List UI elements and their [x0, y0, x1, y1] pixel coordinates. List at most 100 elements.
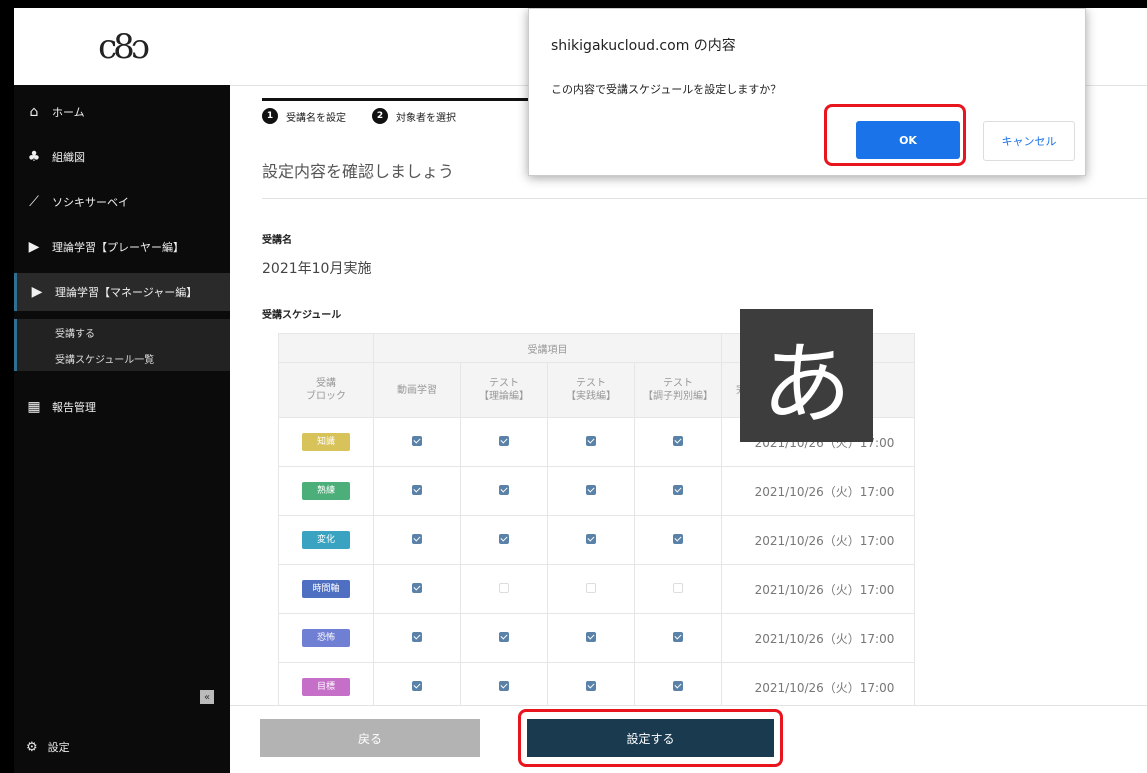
sidebar-item-label: 理論学習【プレーヤー編】: [52, 241, 184, 254]
divider: [262, 198, 1147, 199]
check-cell: [547, 515, 635, 565]
check-cell: [373, 466, 461, 516]
chart-icon: ⟋: [29, 194, 39, 210]
check-cell: [547, 613, 635, 663]
checkbox-checked: [586, 631, 596, 642]
sidebar-subitem-schedule-list[interactable]: 受講スケジュール一覧: [14, 345, 233, 371]
table-header-test-practice: テスト 【実践編】: [547, 362, 635, 418]
check-cell: [460, 564, 548, 614]
checkbox-unchecked: [673, 582, 683, 593]
checkbox-checked: [499, 631, 509, 642]
dialog-message: この内容で受講スケジュールを設定しますか？: [551, 83, 782, 96]
course-name-value: 2021年10月実施: [262, 261, 372, 277]
sidebar-item-theory-manager[interactable]: ▶ 理論学習【マネージャー編】: [14, 273, 233, 311]
checkbox-checked: [412, 484, 422, 495]
table-row: 恐怖 2021/10/26（火）17:00: [278, 613, 915, 663]
table-row: 変化 2021/10/26（火）17:00: [278, 515, 915, 565]
schedule-label: 受講スケジュール: [262, 310, 342, 321]
gear-icon: ⚙: [26, 739, 38, 755]
checkbox-checked: [673, 484, 683, 495]
sidebar-item-survey[interactable]: ⟋ ソシキサーベイ: [14, 183, 230, 221]
sidebar-item-label: ソシキサーベイ: [52, 196, 129, 209]
check-cell: [547, 564, 635, 614]
table-row: 熟練 2021/10/26（火）17:00: [278, 466, 915, 516]
check-cell: [373, 613, 461, 663]
block-cell: 変化: [278, 515, 374, 565]
due-date: 2021/10/26（火）17:00: [721, 613, 915, 663]
table-header-test-theory: テスト 【理論編】: [460, 362, 548, 418]
collapse-sidebar-button[interactable]: «: [200, 690, 214, 704]
page-title: 設定内容を確認しましょう: [262, 162, 455, 181]
due-date: 2021/10/26（火）17:00: [721, 515, 915, 565]
checkbox-checked: [499, 680, 509, 691]
logo-area: c8ɔ: [14, 8, 230, 85]
sidebar-item-label: 理論学習【マネージャー編】: [55, 286, 198, 299]
check-cell: [373, 515, 461, 565]
highlight-set-button: [518, 709, 783, 767]
block-cell: 時間軸: [278, 564, 374, 614]
block-badge: 知識: [302, 433, 350, 451]
table-header-test-condition: テスト 【調子判別編】: [634, 362, 722, 418]
sidebar-item-label: ホーム: [52, 106, 85, 119]
sidebar-subitem-take-course[interactable]: 受講する: [14, 319, 233, 345]
sidebar-subitem-label: 受講スケジュール一覧: [55, 354, 155, 366]
checkbox-checked: [499, 435, 509, 446]
table-header-video: 動画学習: [373, 362, 461, 418]
checkbox-checked: [412, 631, 422, 642]
table-header-empty: [278, 333, 374, 363]
cancel-button[interactable]: キャンセル: [983, 121, 1075, 161]
check-cell: [634, 613, 722, 663]
checkbox-checked: [412, 435, 422, 446]
checkbox-checked: [412, 680, 422, 691]
step-1: 1 受講名を設定: [262, 108, 346, 124]
app-window: c8ɔ ⌂ ホーム ♣ 組織図 ⟋ ソシキサーベイ ▶ 理論学習【プレーヤー編】…: [14, 8, 1147, 773]
check-cell: [460, 466, 548, 516]
sidebar-item-label: 組織図: [52, 151, 85, 164]
checkbox-checked: [499, 533, 509, 544]
table-icon: ▦: [27, 399, 41, 415]
step-number: 1: [262, 108, 278, 124]
block-badge: 恐怖: [302, 629, 350, 647]
sidebar-item-reports[interactable]: ▦ 報告管理: [14, 388, 230, 426]
checkbox-checked: [673, 680, 683, 691]
checkbox-checked: [586, 680, 596, 691]
play-icon: ▶: [28, 239, 40, 255]
home-icon: ⌂: [29, 104, 39, 120]
check-cell: [634, 515, 722, 565]
sidebar-subitem-label: 受講する: [55, 328, 95, 340]
sidebar-item-org-chart[interactable]: ♣ 組織図: [14, 138, 230, 176]
due-date: 2021/10/26（火）17:00: [721, 564, 915, 614]
checkbox-checked: [586, 484, 596, 495]
check-cell: [460, 515, 548, 565]
due-date: 2021/10/26（火）17:00: [721, 466, 915, 516]
settings-label: 設定: [47, 741, 70, 754]
table-header-block: 受講 ブロック: [278, 362, 374, 418]
checkbox-checked: [586, 533, 596, 544]
check-cell: [460, 417, 548, 467]
play-icon: ▶: [31, 284, 43, 300]
back-button[interactable]: 戻る: [260, 719, 480, 757]
ime-indicator: あ: [740, 309, 873, 442]
checkbox-checked: [499, 484, 509, 495]
checkbox-unchecked: [586, 582, 596, 593]
sidebar-item-theory-player[interactable]: ▶ 理論学習【プレーヤー編】: [14, 228, 230, 266]
org-icon: ♣: [27, 149, 41, 165]
highlight-ok-button: [824, 104, 966, 166]
step-label: 対象者を選択: [396, 112, 456, 124]
step-2: 2 対象者を選択: [372, 108, 456, 124]
check-cell: [634, 417, 722, 467]
check-cell: [373, 417, 461, 467]
sidebar-item-home[interactable]: ⌂ ホーム: [14, 93, 230, 131]
check-cell: [634, 564, 722, 614]
checkbox-checked: [673, 533, 683, 544]
check-cell: [373, 564, 461, 614]
table-row: 時間軸 2021/10/26（火）17:00: [278, 564, 915, 614]
confirm-dialog: shikigakucloud.com の内容 この内容で受講スケジュールを設定し…: [528, 8, 1086, 176]
sidebar-item-settings[interactable]: ⚙ 設定: [14, 734, 230, 760]
block-cell: 熟練: [278, 466, 374, 516]
block-cell: 知識: [278, 417, 374, 467]
dialog-title: shikigakucloud.com の内容: [551, 38, 736, 54]
check-cell: [547, 417, 635, 467]
step-label: 受講名を設定: [286, 112, 346, 124]
checkbox-unchecked: [499, 582, 509, 593]
